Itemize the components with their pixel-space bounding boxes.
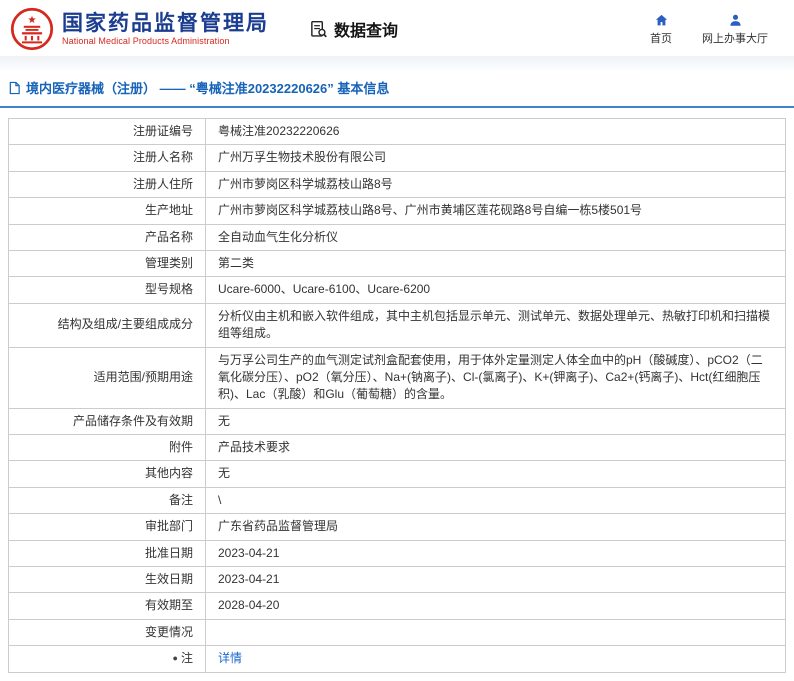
row-label: 备注 bbox=[8, 486, 206, 515]
nav-home[interactable]: 首页 bbox=[650, 13, 672, 46]
row-label: 管理类别 bbox=[8, 249, 206, 278]
row-value bbox=[205, 618, 786, 647]
row-value: 粤械注准20232220626 bbox=[205, 117, 786, 146]
brand: 国家药品监督管理局 National Medical Products Admi… bbox=[10, 7, 269, 51]
row-label: 有效期至 bbox=[8, 592, 206, 620]
data-query-icon bbox=[311, 20, 327, 37]
table-row: 产品名称 全自动血气生化分析仪 bbox=[8, 223, 786, 251]
page-title: 境内医疗器械（注册） —— “粤械注准20232220626” 基本信息 bbox=[26, 81, 390, 96]
nav-online-hall[interactable]: 网上办事大厅 bbox=[702, 13, 768, 46]
row-value: 无 bbox=[205, 407, 786, 436]
row-value: 广州市萝岗区科学城荔枝山路8号 bbox=[205, 170, 786, 199]
row-value: 详情 bbox=[205, 645, 786, 673]
table-row: 产品储存条件及有效期无 bbox=[8, 407, 786, 436]
table-row: 备注 \ bbox=[8, 486, 786, 515]
document-icon bbox=[9, 81, 20, 94]
row-value: 与万孚公司生产的血气测定试剂盒配套使用，用于体外定量测定人体全血中的pH（酸碱度… bbox=[205, 346, 786, 409]
data-query-title: 数据查询 bbox=[309, 17, 398, 41]
table-row: 变更情况 bbox=[8, 618, 786, 647]
table-row: 适用范围/预期用途 与万孚公司生产的血气测定试剂盒配套使用，用于体外定量测定人体全… bbox=[8, 346, 786, 409]
row-value: 广东省药品监督管理局 bbox=[205, 513, 786, 541]
row-value: 分析仪由主机和嵌入软件组成，其中主机包括显示单元、测试单元、数据处理单元、热敏打… bbox=[205, 302, 786, 348]
row-value: 2028-04-20 bbox=[205, 592, 786, 620]
data-query-label: 数据查询 bbox=[334, 23, 399, 40]
row-label: 产品名称 bbox=[8, 223, 206, 251]
note-icon: ● bbox=[172, 653, 178, 664]
row-label: 结构及组成/主要组成成分 bbox=[8, 302, 206, 348]
row-label: 产品储存条件及有效期 bbox=[8, 407, 206, 436]
table-row: 注册证编号 粤械注准20232220626 bbox=[8, 117, 786, 146]
nmpa-emblem-logo bbox=[10, 7, 54, 51]
header: 国家药品监督管理局 National Medical Products Admi… bbox=[0, 0, 794, 56]
row-label: 附件 bbox=[8, 434, 206, 462]
row-label: 型号规格 bbox=[8, 276, 206, 304]
row-value: 2023-04-21 bbox=[205, 539, 786, 568]
row-value: 产品技术要求 bbox=[205, 434, 786, 462]
row-label: 注册证编号 bbox=[8, 117, 206, 146]
nav-home-label: 首页 bbox=[650, 32, 672, 45]
detail-link[interactable]: 详情 bbox=[218, 651, 242, 665]
row-label: 批准日期 bbox=[8, 539, 206, 568]
table-row: 批准日期 2023-04-21 bbox=[8, 539, 786, 568]
table-row: 生效日期 2023-04-21 bbox=[8, 566, 786, 594]
row-label: 生产地址 bbox=[8, 197, 206, 225]
table-row: 生产地址 广州市萝岗区科学城荔枝山路8号、广州市黄埔区莲花砚路8号自编一栋5楼50… bbox=[8, 197, 786, 225]
row-value: 广州市萝岗区科学城荔枝山路8号、广州市黄埔区莲花砚路8号自编一栋5楼501号 bbox=[205, 197, 786, 225]
row-value: 全自动血气生化分析仪 bbox=[205, 223, 786, 251]
table-row: 注册人住所 广州市萝岗区科学城荔枝山路8号 bbox=[8, 170, 786, 199]
row-label: 注册人名称 bbox=[8, 144, 206, 172]
row-label: 审批部门 bbox=[8, 513, 206, 541]
device-info-table: 注册证编号 粤械注准20232220626 注册人名称 广州万孚生物技术股份有限公司注… bbox=[8, 117, 786, 673]
table-row: 型号规格 Ucare-6000、Ucare-6100、Ucare-6200 bbox=[8, 276, 786, 304]
home-icon bbox=[655, 14, 667, 25]
info-table-body: 注册证编号 粤械注准20232220626 注册人名称 广州万孚生物技术股份有限公司注… bbox=[8, 117, 786, 673]
row-label: 变更情况 bbox=[8, 618, 206, 647]
table-row: 结构及组成/主要组成成分 分析仪由主机和嵌入软件组成，其中主机包括显示单元、测试单… bbox=[8, 302, 786, 348]
table-row: ● 注详情 bbox=[8, 645, 786, 673]
table-row: 审批部门 广东省药品监督管理局 bbox=[8, 513, 786, 541]
user-icon bbox=[729, 14, 741, 26]
row-value: 广州万孚生物技术股份有限公司 bbox=[205, 144, 786, 172]
row-label: 其他内容 bbox=[8, 460, 206, 488]
row-value: Ucare-6000、Ucare-6100、Ucare-6200 bbox=[205, 276, 786, 304]
row-label: 生效日期 bbox=[8, 566, 206, 594]
table-row: 附件 产品技术要求 bbox=[8, 434, 786, 462]
header-divider bbox=[0, 56, 794, 72]
table-row: 管理类别 第二类 bbox=[8, 249, 786, 278]
table-row: 有效期至 2028-04-20 bbox=[8, 592, 786, 620]
agency-name-cn: 国家药品监督管理局 bbox=[62, 11, 269, 35]
top-nav: 首页 网上办事大厅 bbox=[650, 13, 780, 46]
row-label: ● 注 bbox=[8, 645, 206, 673]
row-value: 第二类 bbox=[205, 249, 786, 278]
nav-online-hall-label: 网上办事大厅 bbox=[702, 32, 768, 45]
row-value: \ bbox=[205, 486, 786, 515]
row-label: 注册人住所 bbox=[8, 170, 206, 199]
row-value: 2023-04-21 bbox=[205, 566, 786, 594]
agency-name-en: National Medical Products Administration bbox=[62, 36, 230, 47]
table-row: 其他内容无 bbox=[8, 460, 786, 488]
brand-text: 国家药品监督管理局 National Medical Products Admi… bbox=[62, 12, 269, 46]
row-label: 适用范围/预期用途 bbox=[8, 346, 206, 409]
table-row: 注册人名称 广州万孚生物技术股份有限公司 bbox=[8, 144, 786, 172]
row-value: 无 bbox=[205, 460, 786, 488]
breadcrumb: 境内医疗器械（注册） —— “粤械注准20232220626” 基本信息 bbox=[0, 72, 794, 108]
